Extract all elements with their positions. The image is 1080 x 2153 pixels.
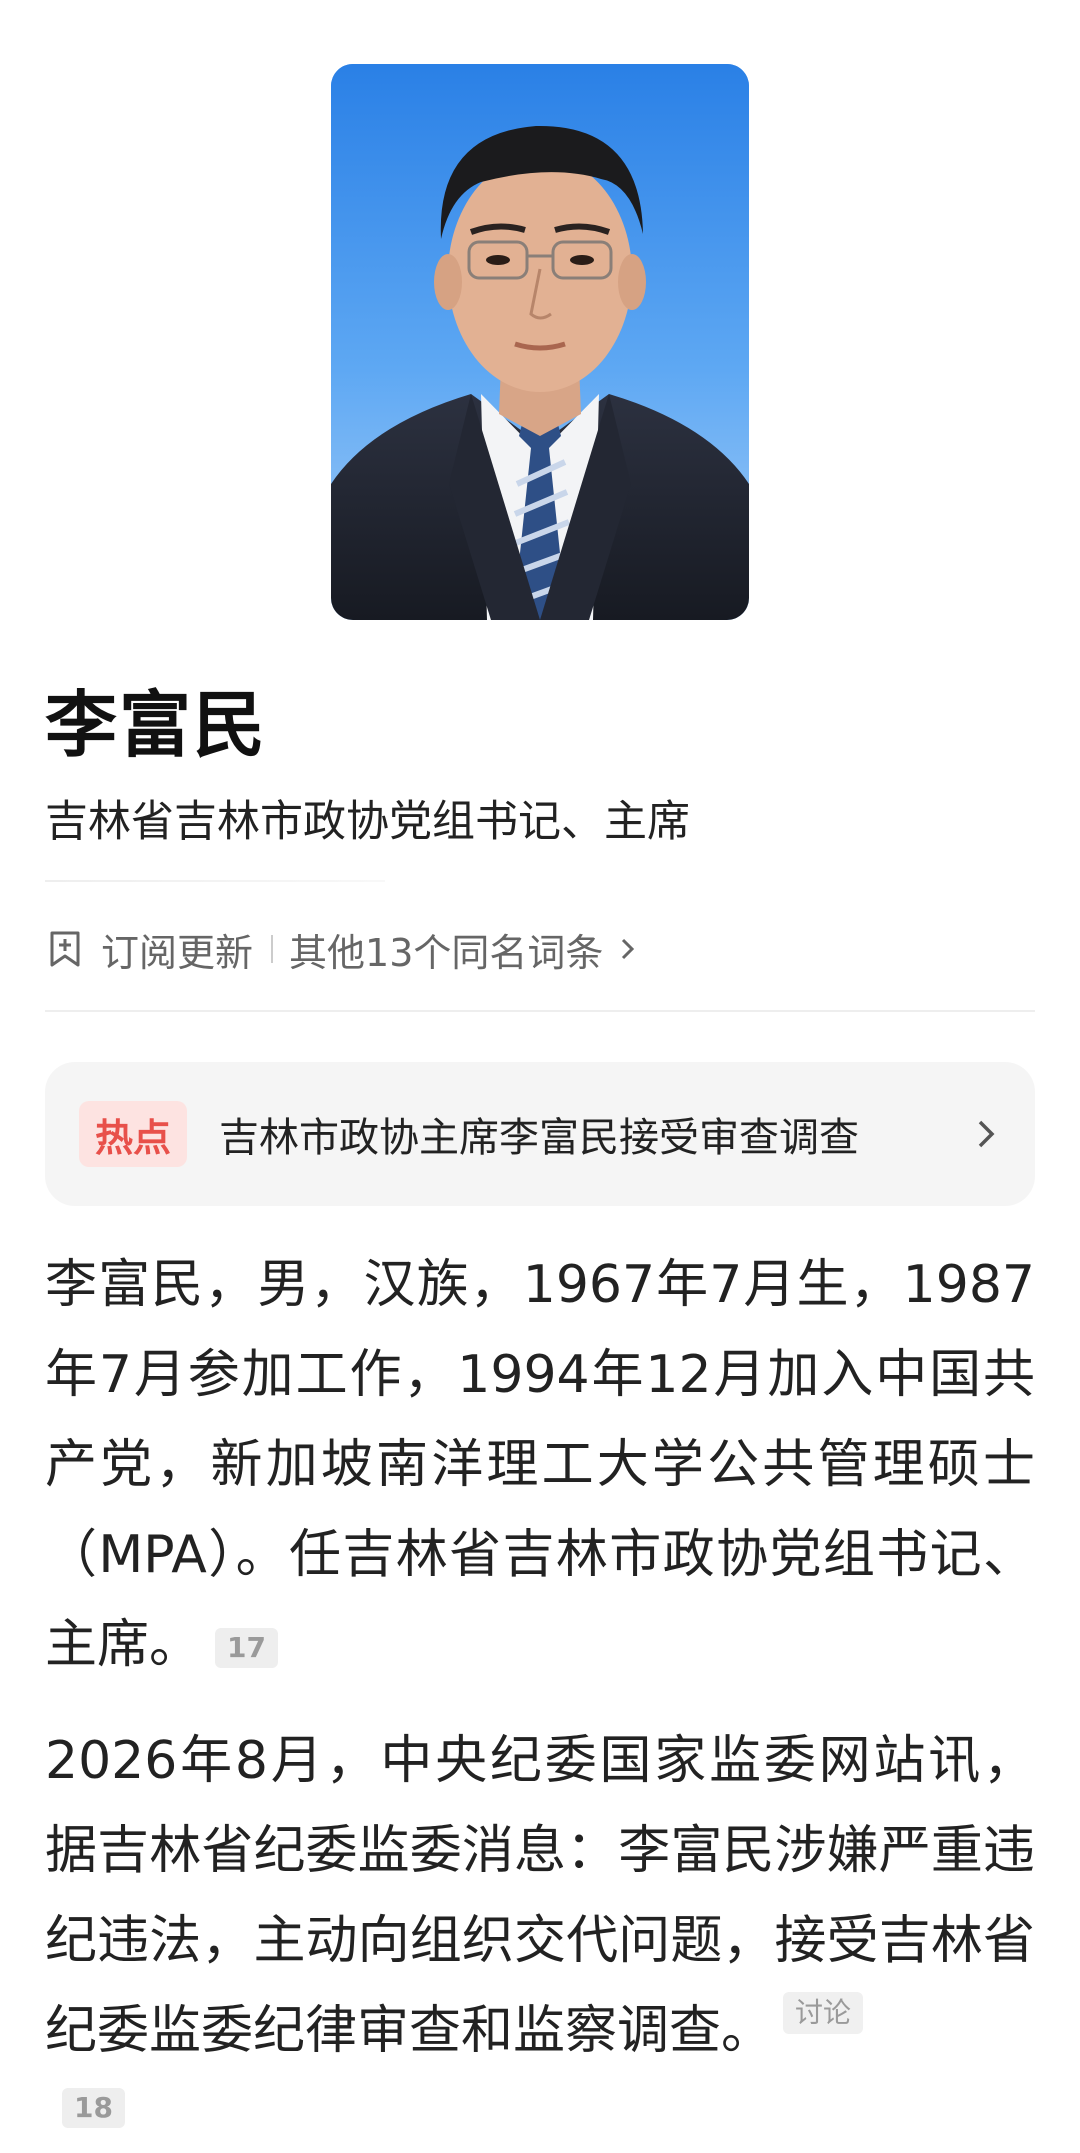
chevron-right-icon[interactable] <box>615 937 639 961</box>
hot-news-text[interactable]: 吉林市政协主席李富民接受审查调查 <box>219 1105 971 1163</box>
divider <box>45 880 385 882</box>
hot-news-card[interactable]: 热点 吉林市政协主席李富民接受审查调查 <box>45 1062 1035 1206</box>
divider <box>45 1010 1035 1012</box>
hot-badge: 热点 <box>79 1101 187 1167</box>
other-entries-link[interactable]: 其他13个同名词条 <box>289 922 603 977</box>
profile-photo[interactable] <box>331 64 749 620</box>
summary-paragraph: 李富民，男，汉族，1967年7月生，1987年7月参加工作，1994年12月加入… <box>45 1240 1035 1690</box>
subscribe-button[interactable]: 订阅更新 <box>101 922 253 977</box>
page-title: 李富民 <box>45 683 268 767</box>
bookmark-plus-icon[interactable] <box>45 929 85 969</box>
reference-badge[interactable]: 18 <box>62 2088 125 2128</box>
summary-text: 李富民，男，汉族，1967年7月生，1987年7月参加工作，1994年12月加入… <box>45 1255 1035 1675</box>
reference-badge[interactable]: 17 <box>215 1628 278 1668</box>
chevron-right-icon[interactable] <box>971 1119 1001 1149</box>
discuss-button[interactable]: 讨论 <box>783 1992 864 2034</box>
person-title: 吉林省吉林市政协党组书记、主席 <box>45 797 690 847</box>
separator <box>271 935 274 963</box>
news-text[interactable]: 2026年8月，中央纪委国家监委网站讯，据吉林省纪委监委消息：李富民涉嫌严重违纪… <box>45 1731 1035 2063</box>
news-paragraph: 2026年8月，中央纪委国家监委网站讯，据吉林省纪委监委消息：李富民涉嫌严重违纪… <box>45 1716 1035 2076</box>
entry-actions: 订阅更新 其他13个同名词条 <box>45 916 639 982</box>
